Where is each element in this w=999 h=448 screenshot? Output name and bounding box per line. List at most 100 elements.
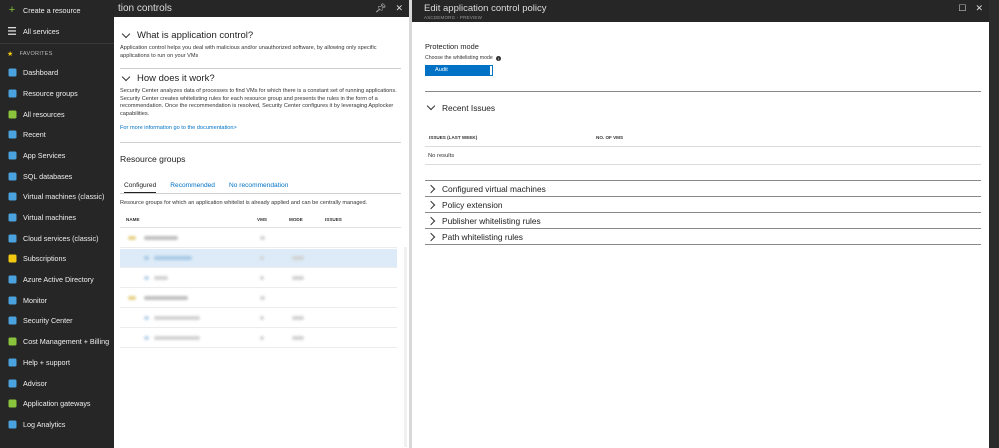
chevron-right-icon [426,216,436,225]
blade-body: Protection mode Choose the whitelisting … [412,22,989,448]
table-row[interactable] [120,309,397,328]
chevron-down-icon [426,101,436,111]
key-icon [7,254,17,264]
table-row[interactable] [120,329,397,348]
clock-icon [7,130,17,140]
col-issues[interactable]: ISSUES [325,217,342,222]
sidebar-item-cost-management-billing[interactable]: Cost Management + Billing [0,331,114,352]
table-row[interactable] [120,249,397,268]
sidebar-item-label: Log Analytics [23,419,66,429]
info-icon[interactable]: i [495,55,501,61]
sidebar-item-help-support[interactable]: Help + support [0,352,114,373]
pin-icon[interactable]: 📌︎ [375,3,386,14]
divider [425,212,981,213]
policy-extension-toggle[interactable]: Policy extension [425,198,981,211]
recent-issues-toggle[interactable]: Recent Issues [425,101,981,114]
col-no-of-vms[interactable]: NO. OF VMS [596,135,623,140]
configured-vms-toggle[interactable]: Configured virtual machines [425,182,981,195]
sidebar-item-label: Virtual machines (classic) [23,192,105,202]
publisher-rules-toggle[interactable]: Publisher whitelisting rules [425,214,981,227]
col-mode[interactable]: MODE [289,217,303,222]
sidebar-item-application-gateways[interactable]: Application gateways [0,393,114,414]
maximize-icon[interactable]: ☐ [958,3,966,14]
sidebar-item-subscriptions[interactable]: Subscriptions [0,249,114,270]
favorites-header: ★ FAVORITES [7,51,53,59]
divider [425,180,981,181]
col-vms[interactable]: VMS [257,217,267,222]
sidebar-item-label: All resources [23,109,65,119]
sidebar-item-monitor[interactable]: Monitor [0,290,114,311]
sidebar-item-recent[interactable]: Recent [0,124,114,145]
sidebar-item-all-services[interactable]: All services [0,21,114,42]
shield-icon [7,316,17,326]
what-title: What is application control? [137,30,254,41]
divider [425,164,981,165]
no-results-text: No results [428,153,455,159]
sidebar-item-security-center[interactable]: Security Center [0,311,114,332]
how-section: How does it work? Security Center analyz… [120,72,401,133]
what-section: What is application control? Application… [120,29,401,60]
mode-toggle[interactable]: Audit [425,65,493,76]
resource-groups-title: Resource groups [120,154,186,164]
blade-header: tion controls 📌︎ ✕ [114,0,409,17]
divider [120,68,401,69]
scrollbar[interactable] [404,247,407,447]
sidebar-item-label: Cost Management + Billing [23,337,110,347]
sidebar-item-all-resources[interactable]: All resources [0,104,114,125]
col-name[interactable]: NAME [126,217,140,222]
sidebar-item-log-analytics[interactable]: Log Analytics [0,414,114,435]
sidebar-item-label: Help + support [23,357,70,367]
chevron-down-icon [121,72,131,82]
table-row[interactable] [120,229,397,248]
audit-option[interactable]: Audit [426,66,490,75]
close-icon[interactable]: ✕ [975,3,983,14]
sql-icon [7,171,17,181]
all-resources-icon [7,109,17,119]
resource-groups-description: Resource groups for which an application… [120,200,368,206]
plus-icon: + [8,4,16,17]
sidebar-item-app-services[interactable]: App Services [0,145,114,166]
close-icon[interactable]: ✕ [395,3,403,14]
star-icon: ★ [7,51,14,59]
edit-policy-blade: Edit application control policy ASCDEMOR… [412,0,989,448]
sidebar-item-cloud-services-classic[interactable]: Cloud services (classic) [0,228,114,249]
whitelisting-mode-label: Choose the whitelisting mode i [425,55,501,61]
sidebar-item-create-resource[interactable]: + Create a resource [0,0,114,21]
analytics-icon [7,419,17,429]
blade-header: Edit application control policy ASCDEMOR… [412,0,989,22]
sidebar-item-resource-groups[interactable]: Resource groups [0,83,114,104]
divider [120,142,401,143]
billing-icon [7,337,17,347]
table-row[interactable] [120,269,397,288]
blade-title: Edit application control policy [424,3,547,14]
documentation-link[interactable]: For more information go to the documenta… [120,125,401,133]
sidebar-item-label: Advisor [23,378,47,388]
divider [425,244,981,245]
blade-title: tion controls [118,3,172,14]
what-section-toggle[interactable]: What is application control? [120,29,401,41]
path-rules-toggle[interactable]: Path whitelisting rules [425,230,981,243]
how-section-toggle[interactable]: How does it work? [120,72,401,84]
application-controls-blade: tion controls 📌︎ ✕ What is application c… [114,0,409,448]
sidebar-item-label: App Services [23,150,66,160]
sidebar-item-advisor[interactable]: Advisor [0,373,114,394]
divider [425,228,981,229]
blade-subtitle: ASCDEMORG - PREVIEW [424,15,483,20]
sidebar-item-virtual-machines[interactable]: Virtual machines [0,207,114,228]
sidebar-item-virtual-machines-classic[interactable]: Virtual machines (classic) [0,187,114,208]
sidebar-divider [0,43,114,45]
vm-icon [7,213,17,223]
chevron-down-icon [121,29,131,39]
sidebar-item-label: SQL databases [23,171,73,181]
divider [425,91,981,92]
table-row[interactable] [120,289,397,308]
sidebar-item-azure-active-directory[interactable]: Azure Active Directory [0,269,114,290]
help-icon [7,357,17,367]
col-issues-last-week[interactable]: ISSUES (LAST WEEK) [429,135,477,140]
sidebar-item-label: Resource groups [23,88,78,98]
sidebar-item-dashboard[interactable]: Dashboard [0,62,114,83]
sidebar-item-label: Create a resource [23,5,81,15]
resource-groups-icon [7,88,17,98]
screen-edge [989,0,999,448]
sidebar-item-sql-databases[interactable]: SQL databases [0,166,114,187]
